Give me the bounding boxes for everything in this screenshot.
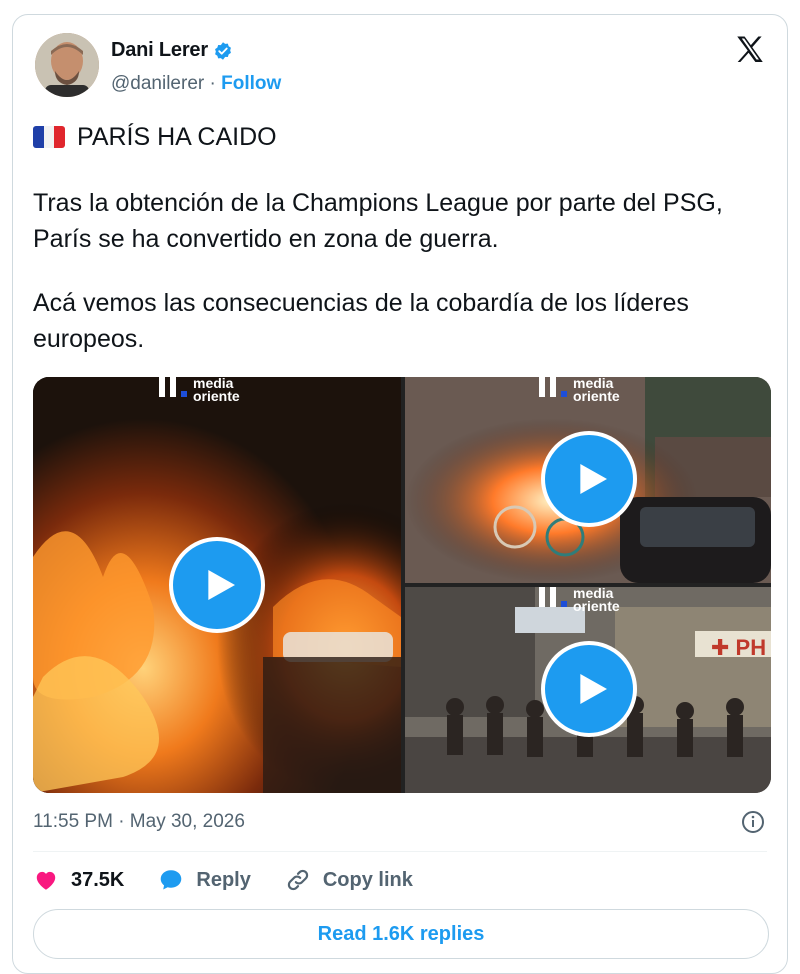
video-thumbnail-2[interactable]: media oriente: [405, 377, 771, 583]
media-oriente-watermark: media oriente: [539, 377, 620, 403]
media-oriente-watermark: media oriente: [539, 587, 620, 613]
author-handle-row: @danilerer · Follow: [111, 73, 281, 95]
france-flag-icon: [33, 126, 65, 148]
video-thumbnail-1[interactable]: media oriente: [33, 377, 401, 793]
media-oriente-watermark: media oriente: [159, 377, 240, 403]
divider: [33, 851, 767, 852]
action-bar: 37.5K Reply Copy link: [33, 867, 447, 893]
author-name-row: Dani Lerer: [111, 39, 233, 62]
heart-icon: [36, 871, 56, 890]
author-name[interactable]: Dani Lerer: [111, 39, 208, 62]
reply-bubble-icon: [161, 870, 182, 890]
handle-separator: ·: [209, 73, 216, 94]
pharmacy-sign: ✚ PH: [711, 635, 767, 660]
video-thumbnail-3[interactable]: media oriente ✚ PH: [405, 587, 771, 793]
copy-link-label: Copy link: [322, 868, 413, 891]
tweet-timestamp[interactable]: 11:55 PM · May 30, 2026: [33, 811, 245, 833]
tweet-paragraph-1: Tras la obtención de la Champions League…: [33, 189, 723, 253]
follow-button[interactable]: Follow: [221, 73, 281, 94]
media-grid: media oriente media oriente media orient…: [33, 377, 771, 793]
like-count: 37.5K: [71, 868, 125, 891]
tweet-title: PARÍS HA CAIDO: [77, 123, 277, 151]
avatar[interactable]: [35, 33, 99, 97]
read-replies-button[interactable]: Read 1.6K replies: [33, 909, 769, 959]
reply-label: Reply: [196, 868, 251, 891]
play-button-icon[interactable]: [541, 641, 637, 737]
like-button[interactable]: 37.5K: [33, 867, 124, 893]
tweet-paragraph-2: Acá vemos las consecuencias de la cobard…: [33, 289, 689, 353]
x-logo-icon[interactable]: [733, 33, 767, 67]
reply-button[interactable]: Reply: [158, 867, 251, 893]
author-handle[interactable]: @danilerer: [111, 73, 204, 94]
play-button-icon[interactable]: [541, 431, 637, 527]
info-icon[interactable]: [741, 810, 765, 834]
tweet-card: Dani Lerer @danilerer · Follow PARÍS HA …: [12, 14, 788, 974]
play-button-icon[interactable]: [169, 537, 265, 633]
copy-link-button[interactable]: Copy link: [285, 867, 413, 893]
verified-badge-icon: [215, 41, 231, 60]
tweet-title-line: PARÍS HA CAIDO: [33, 119, 277, 155]
link-icon: [287, 869, 308, 891]
